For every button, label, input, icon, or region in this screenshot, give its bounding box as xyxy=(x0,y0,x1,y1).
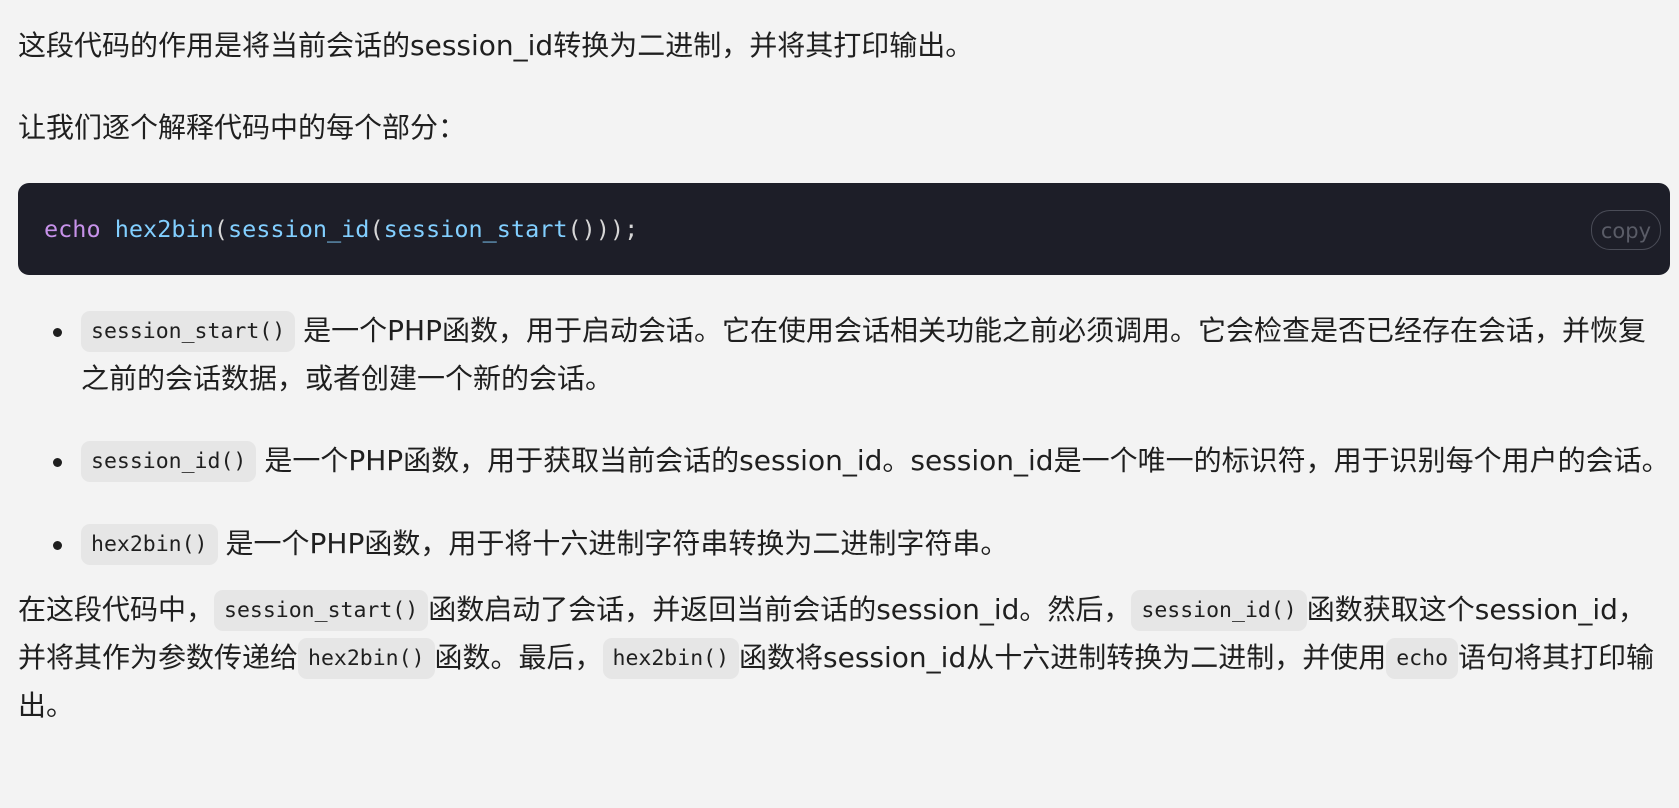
list-item: session_id() 是一个PHP函数，用于获取当前会话的session_id… xyxy=(18,437,1670,485)
message-content: 这段代码的作用是将当前会话的session_id转换为二进制，并将其打印输出。 … xyxy=(18,22,1670,729)
summary-text: 在这段代码中， xyxy=(18,593,215,626)
inline-code: session_start() xyxy=(214,590,429,631)
inline-code: hex2bin() xyxy=(602,638,740,679)
inline-code: session_id() xyxy=(81,441,257,482)
bullet-dot xyxy=(53,328,62,337)
copy-button[interactable]: copy xyxy=(1590,210,1661,250)
list-item-text: 是一个PHP函数，用于将十六进制字符串转换为二进制字符串。 xyxy=(225,527,1009,560)
explanation-list: session_start() 是一个PHP函数，用于启动会话。它在使用会话相关功… xyxy=(18,307,1670,568)
code-closing: ())); xyxy=(567,215,639,243)
summary-text: 函数。最后， xyxy=(434,641,603,674)
list-item-text: 是一个PHP函数，用于启动会话。它在使用会话相关功能之前必须调用。它会检查是否已… xyxy=(81,314,1647,395)
inline-code: session_start() xyxy=(81,311,296,352)
code-paren: ( xyxy=(369,215,384,243)
code-function-session-id: session_id xyxy=(227,215,370,243)
intro-paragraph: 这段代码的作用是将当前会话的session_id转换为二进制，并将其打印输出。 xyxy=(18,29,974,62)
list-item-text: 是一个PHP函数，用于获取当前会话的session_id。session_id是… xyxy=(264,444,1670,477)
inline-code: session_id() xyxy=(1131,590,1307,631)
code-function-session-start: session_start xyxy=(383,215,568,243)
inline-code: hex2bin() xyxy=(81,524,218,565)
code-function-hex2bin: hex2bin xyxy=(114,215,214,243)
bullet-dot xyxy=(53,458,62,467)
list-item: session_start() 是一个PHP函数，用于启动会话。它在使用会话相关功… xyxy=(18,307,1670,402)
bullet-dot xyxy=(53,541,62,550)
summary-text: 函数启动了会话，并返回当前会话的session_id。然后， xyxy=(428,593,1132,626)
code-line[interactable]: echo hex2bin(session_id(session_start())… xyxy=(44,209,638,249)
inline-code: echo xyxy=(1386,638,1459,679)
lead-paragraph: 让我们逐个解释代码中的每个部分： xyxy=(18,111,467,144)
list-item: hex2bin() 是一个PHP函数，用于将十六进制字符串转换为二进制字符串。 xyxy=(18,520,1670,568)
code-block: echo hex2bin(session_id(session_start())… xyxy=(18,183,1670,275)
code-paren: ( xyxy=(213,215,228,243)
code-keyword: echo xyxy=(44,215,101,243)
summary-text: 函数将session_id从十六进制转换为二进制，并使用 xyxy=(739,641,1387,674)
inline-code: hex2bin() xyxy=(298,638,435,679)
summary-paragraph: 在这段代码中， session_start() 函数启动了会话，并返回当前会话的se… xyxy=(18,586,1670,729)
